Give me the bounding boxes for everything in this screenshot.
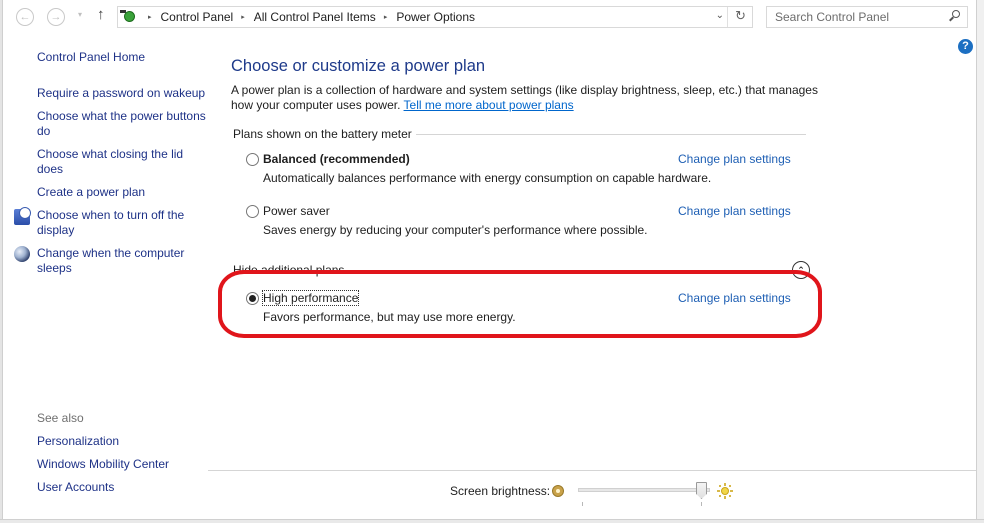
bright-sun-icon [717,483,733,499]
plan-balanced-radio[interactable] [246,153,259,166]
plan-power-saver-radio[interactable] [246,205,259,218]
see-also-heading: See also [37,411,84,425]
breadcrumb-separator-icon[interactable]: ▸ [384,13,388,21]
sidebar-closing-lid[interactable]: Choose what closing the lid does [37,147,207,177]
address-dropdown-icon[interactable]: ⌄ [716,10,724,21]
see-also-personalization[interactable]: Personalization [37,434,207,449]
window-bottom-border [0,519,984,523]
see-also-windows-mobility-center[interactable]: Windows Mobility Center [37,457,207,472]
refresh-icon[interactable]: ↻ [735,8,746,24]
search-box[interactable] [766,6,968,28]
sidebar-turn-off-display[interactable]: Choose when to turn off the display [37,208,207,238]
power-options-icon [120,8,140,26]
recent-locations-chevron-icon[interactable]: ▾ [78,10,82,19]
slider-tick-max [701,502,702,506]
search-input[interactable] [767,7,937,27]
plan-high-performance-change-settings-link[interactable]: Change plan settings [678,291,791,305]
address-divider [727,7,728,27]
window-right-border [976,0,984,523]
up-arrow-icon[interactable]: ↑ [97,6,105,23]
slider-thumb[interactable] [696,482,707,499]
sidebar-control-panel-home[interactable]: Control Panel Home [37,50,207,65]
slider-tick-min [582,502,583,506]
tell-me-more-link[interactable]: Tell me more about power plans [404,98,574,112]
search-icon[interactable] [948,10,960,24]
plan-balanced-description: Automatically balances performance with … [263,171,712,185]
window-left-border [0,0,3,523]
screen-brightness-slider[interactable] [578,482,710,512]
breadcrumb-separator-icon[interactable]: ▸ [148,13,152,21]
address-bar[interactable]: ▸ Control Panel ▸ All Control Panel Item… [117,6,753,28]
sidebar-require-password[interactable]: Require a password on wakeup [37,86,207,101]
breadcrumb-all-control-panel-items[interactable]: All Control Panel Items [254,10,376,24]
slider-track[interactable] [578,488,710,492]
forward-arrow-icon[interactable]: → [47,8,65,26]
page-description: A power plan is a collection of hardware… [231,83,821,113]
sidebar-create-power-plan[interactable]: Create a power plan [37,185,207,200]
collapse-plans-button[interactable]: ⌃ [792,261,810,279]
plan-balanced-name[interactable]: Balanced (recommended) [263,152,410,166]
footer-divider [208,470,976,471]
dim-brightness-icon [552,485,564,497]
plan-high-performance-description: Favors performance, but may use more ene… [263,310,516,324]
plan-power-saver-description: Saves energy by reducing your computer's… [263,223,648,237]
plan-high-performance-radio[interactable] [246,292,259,305]
breadcrumb-separator-icon[interactable]: ▸ [241,13,245,21]
navigation-bar: ← → ▾ ↑ ▸ Control Panel ▸ All Control Pa… [4,0,976,34]
help-icon[interactable]: ? [958,39,973,54]
sidebar-computer-sleeps[interactable]: Change when the computer sleeps [37,246,207,276]
plan-high-performance-name[interactable]: High performance [261,290,360,306]
hide-additional-plans-label[interactable]: Hide additional plans [233,263,349,277]
plan-balanced-change-settings-link[interactable]: Change plan settings [678,152,791,166]
back-arrow-icon[interactable]: ← [16,8,34,26]
screen-brightness-label: Screen brightness: [450,484,551,498]
sleep-moon-icon [14,246,30,262]
sidebar-power-buttons[interactable]: Choose what the power buttons do [37,109,207,139]
plan-power-saver-name[interactable]: Power saver [263,204,330,218]
battery-group-label: Plans shown on the battery meter [233,127,416,141]
plan-power-saver-change-settings-link[interactable]: Change plan settings [678,204,791,218]
display-clock-icon [14,207,31,225]
breadcrumb-control-panel[interactable]: Control Panel [161,10,234,24]
see-also-user-accounts[interactable]: User Accounts [37,480,207,495]
breadcrumb-power-options[interactable]: Power Options [396,10,475,24]
page-title: Choose or customize a power plan [231,57,486,75]
